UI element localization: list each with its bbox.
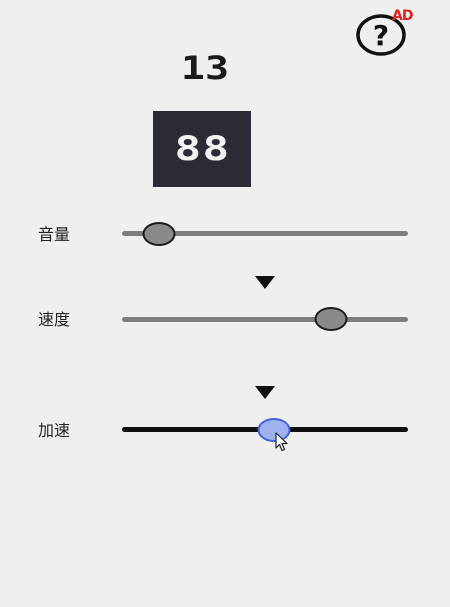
digit-display: 88 bbox=[153, 111, 251, 187]
digit-display-text: 88 bbox=[174, 129, 230, 169]
down-triangle-icon bbox=[255, 276, 275, 289]
speed-label: 速度 bbox=[38, 310, 71, 329]
svg-text:?: ? bbox=[373, 19, 389, 52]
speed-slider-knob[interactable] bbox=[314, 307, 348, 331]
speed-slider-track[interactable] bbox=[122, 317, 408, 322]
acceleration-label: 加速 bbox=[38, 421, 71, 440]
volume-slider-knob[interactable] bbox=[142, 222, 176, 246]
volume-label: 音量 bbox=[38, 225, 71, 244]
counter-value: 13 bbox=[180, 49, 230, 87]
app-screen: ? AD 13 88 音量 速度 加速 bbox=[0, 0, 450, 607]
ad-badge: AD bbox=[392, 8, 413, 24]
down-triangle-icon bbox=[255, 386, 275, 399]
mouse-cursor-icon bbox=[275, 432, 288, 452]
